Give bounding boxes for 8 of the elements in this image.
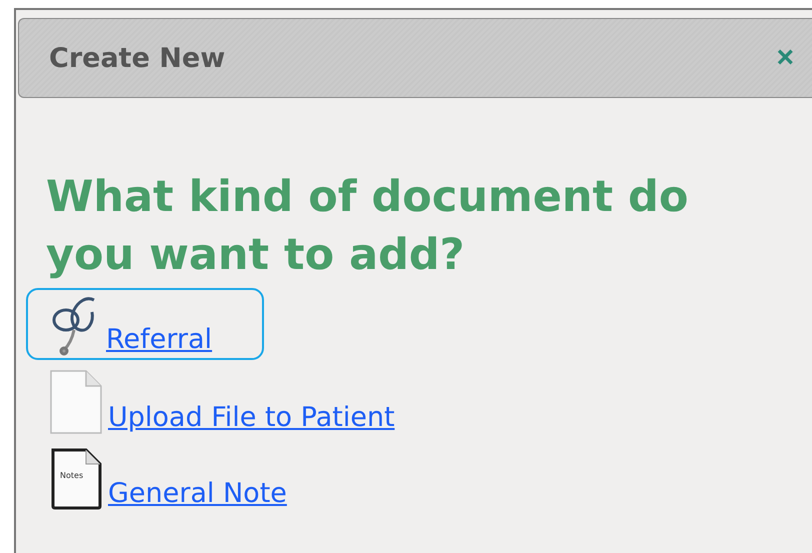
question-heading: What kind of document do you want to add? <box>46 171 690 282</box>
file-icon <box>50 370 102 434</box>
close-button[interactable]: × <box>776 43 794 73</box>
document-type-link[interactable]: Referral <box>26 288 264 360</box>
dialog-title: Create New <box>49 42 226 74</box>
document-type-link[interactable]: Upload File to Patient <box>26 364 447 438</box>
notes-file-icon: Notes <box>50 448 102 510</box>
document-type-link[interactable]: Notes General Note <box>26 442 339 514</box>
